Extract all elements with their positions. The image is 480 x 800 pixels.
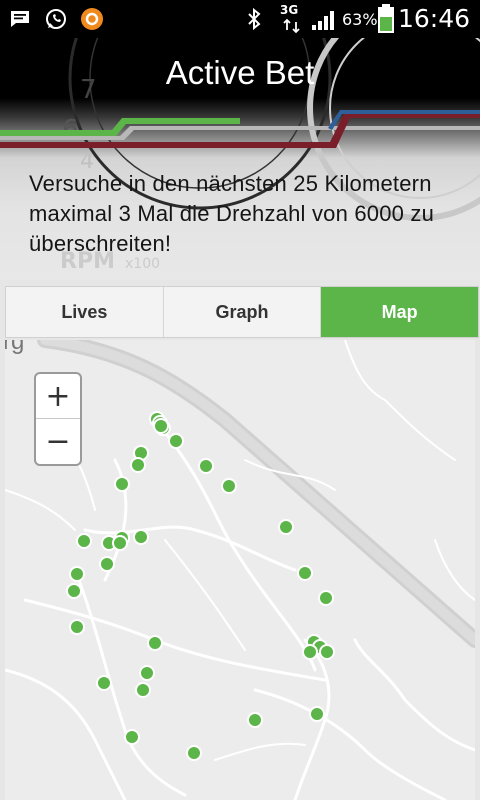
- route-marker[interactable]: [96, 675, 112, 691]
- header: 7 6 4 RPM x100 Active Bet Versuche in de…: [0, 38, 480, 280]
- route-marker[interactable]: [318, 590, 334, 606]
- tab-bar: Lives Graph Map: [5, 286, 479, 338]
- route-marker[interactable]: [69, 619, 85, 635]
- route-marker[interactable]: [66, 583, 82, 599]
- zoom-control: + −: [34, 372, 82, 466]
- tab-graph[interactable]: Graph: [164, 287, 322, 337]
- network-type: 3G: [280, 3, 299, 17]
- route-marker[interactable]: [168, 433, 184, 449]
- route-marker[interactable]: [147, 635, 163, 651]
- bluetooth-icon: [248, 7, 261, 31]
- bet-description: Versuche in den nächsten 25 Kilometern m…: [29, 171, 435, 256]
- message-icon: [11, 11, 29, 27]
- route-marker[interactable]: [124, 729, 140, 745]
- data-arrows-icon: [283, 18, 300, 34]
- route-marker[interactable]: [112, 535, 128, 551]
- route-marker[interactable]: [297, 565, 313, 581]
- map-place-label: rg: [5, 340, 25, 355]
- route-marker[interactable]: [309, 706, 325, 722]
- route-marker[interactable]: [133, 529, 149, 545]
- route-marker[interactable]: [114, 476, 130, 492]
- route-marker[interactable]: [99, 556, 115, 572]
- route-marker[interactable]: [221, 478, 237, 494]
- status-bar: 3G 63% 16:46: [0, 0, 480, 38]
- route-marker[interactable]: [247, 712, 263, 728]
- app-notification-icon: [81, 8, 103, 30]
- route-marker[interactable]: [319, 644, 335, 660]
- route-marker[interactable]: [69, 566, 85, 582]
- route-marker[interactable]: [76, 533, 92, 549]
- whatsapp-icon: [46, 9, 66, 29]
- battery-percent: 63%: [342, 10, 378, 29]
- zoom-in-button[interactable]: +: [36, 374, 80, 419]
- clock: 16:46: [397, 4, 470, 33]
- route-marker[interactable]: [186, 745, 202, 761]
- battery-icon: [378, 4, 394, 33]
- zoom-out-button[interactable]: −: [36, 419, 80, 464]
- route-marker[interactable]: [139, 665, 155, 681]
- route-marker[interactable]: [302, 644, 318, 660]
- route-marker[interactable]: [198, 458, 214, 474]
- route-marker[interactable]: [278, 519, 294, 535]
- tab-map[interactable]: Map: [321, 287, 479, 337]
- tab-lives[interactable]: Lives: [6, 287, 164, 337]
- map-view[interactable]: rg + −: [5, 340, 475, 800]
- route-marker[interactable]: [130, 457, 146, 473]
- app-title: Active Bet: [165, 54, 315, 91]
- route-marker[interactable]: [135, 682, 151, 698]
- signal-icon: [312, 11, 334, 30]
- route-marker[interactable]: [153, 418, 169, 434]
